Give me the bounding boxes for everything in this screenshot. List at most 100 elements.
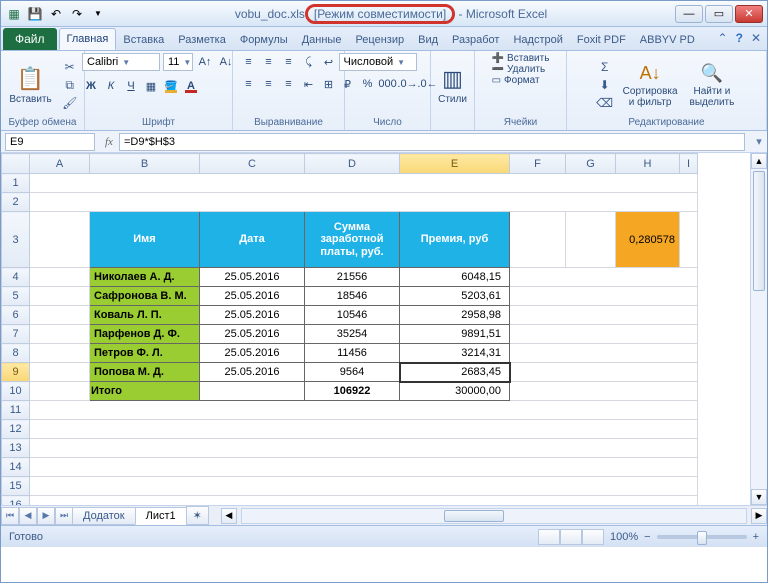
row-header[interactable]: 6	[2, 306, 30, 325]
zoom-slider[interactable]	[657, 535, 747, 539]
formula-input[interactable]: =D9*$H$3	[119, 133, 745, 151]
redo-icon[interactable]: ↷	[68, 5, 86, 23]
tab-foxit[interactable]: Foxit PDF	[570, 30, 633, 50]
cell-date[interactable]: 25.05.2016	[200, 363, 305, 382]
cell[interactable]	[30, 306, 90, 325]
sheet-nav-first[interactable]: ⏮	[1, 507, 19, 525]
cell-bonus[interactable]: 6048,15	[400, 268, 510, 287]
align-top-button[interactable]: ≡	[240, 53, 258, 71]
undo-icon[interactable]: ↶	[47, 5, 65, 23]
autosum-button[interactable]: Σ	[595, 58, 615, 76]
clear-button[interactable]: ⌫	[595, 94, 615, 112]
styles-button[interactable]: ▥ Стили	[434, 64, 471, 107]
cell-salary[interactable]: 18546	[305, 287, 400, 306]
tab-view[interactable]: Вид	[411, 30, 445, 50]
cell[interactable]	[200, 382, 305, 401]
view-pagebreak-button[interactable]	[582, 529, 604, 545]
row-header[interactable]: 10	[2, 382, 30, 401]
vertical-scrollbar[interactable]: ▲ ▼	[750, 153, 767, 505]
percent-button[interactable]: %	[359, 75, 377, 93]
cell-date[interactable]: 25.05.2016	[200, 287, 305, 306]
tab-data[interactable]: Данные	[295, 30, 349, 50]
comma-button[interactable]: 000	[379, 75, 397, 93]
zoom-in-button[interactable]: +	[753, 531, 759, 543]
scroll-down-button[interactable]: ▼	[751, 489, 767, 505]
cell[interactable]	[566, 212, 616, 268]
cell[interactable]	[30, 439, 698, 458]
number-format-combo[interactable]: Числовой▼	[339, 53, 417, 71]
row-header[interactable]: 13	[2, 439, 30, 458]
fill-button[interactable]: ⬇	[595, 76, 615, 94]
cell-name[interactable]: Коваль Л. П.	[90, 306, 200, 325]
save-icon[interactable]: 💾	[26, 5, 44, 23]
cell-salary[interactable]: 21556	[305, 268, 400, 287]
new-sheet-button[interactable]: ✶	[186, 506, 209, 525]
tab-home[interactable]: Главная	[59, 28, 117, 50]
cell-salary[interactable]: 11456	[305, 344, 400, 363]
font-size-combo[interactable]: 11▼	[163, 53, 193, 71]
cell[interactable]	[510, 306, 698, 325]
sheet-tab[interactable]: Додаток	[72, 507, 136, 525]
cell[interactable]	[680, 212, 698, 268]
grow-font-button[interactable]: A↑	[196, 53, 214, 71]
row-header[interactable]: 3	[2, 212, 30, 268]
col-header[interactable]: B	[90, 154, 200, 174]
format-cells-icon[interactable]: ▭	[492, 75, 501, 86]
delete-cells-icon[interactable]: ➖	[492, 64, 504, 75]
cell-bonus[interactable]: 9891,51	[400, 325, 510, 344]
select-all-button[interactable]	[2, 154, 30, 174]
row-header[interactable]: 14	[2, 458, 30, 477]
cell[interactable]	[30, 268, 90, 287]
format-painter-button[interactable]: 🖌	[60, 94, 80, 112]
cell[interactable]	[510, 325, 698, 344]
cell[interactable]	[30, 287, 90, 306]
close-button[interactable]: ✕	[735, 5, 763, 23]
tab-abbyy[interactable]: ABBYV PD	[633, 30, 702, 50]
border-button[interactable]: ▦	[142, 77, 160, 95]
cell-bonus[interactable]: 2958,98	[400, 306, 510, 325]
delete-cells-button[interactable]: Удалить	[507, 64, 545, 75]
view-normal-button[interactable]	[538, 529, 560, 545]
cell-bonus[interactable]: 3214,31	[400, 344, 510, 363]
table-header[interactable]: Имя	[90, 212, 200, 268]
cell-date[interactable]: 25.05.2016	[200, 268, 305, 287]
row-header[interactable]: 5	[2, 287, 30, 306]
worksheet-grid[interactable]: A B C D E F G H I 1 2 3 Имя Дата Сумма з…	[1, 153, 767, 525]
paste-button[interactable]: 📋 Вставить	[5, 64, 55, 107]
sort-filter-button[interactable]: A↓ Сортировка и фильтр	[619, 61, 682, 110]
cell[interactable]	[30, 477, 698, 496]
column-headers[interactable]: A B C D E F G H I	[2, 154, 698, 174]
find-select-button[interactable]: 🔍 Найти и выделить	[686, 61, 739, 110]
cell-name[interactable]: Сафронова В. М.	[90, 287, 200, 306]
cell-salary[interactable]: 10546	[305, 306, 400, 325]
cell[interactable]	[30, 193, 698, 212]
sheet-nav-next[interactable]: ▶	[37, 507, 55, 525]
col-header[interactable]: I	[680, 154, 698, 174]
italic-button[interactable]: К	[102, 77, 120, 95]
underline-button[interactable]: Ч	[122, 77, 140, 95]
insert-cells-button[interactable]: Вставить	[507, 53, 549, 64]
zoom-out-button[interactable]: −	[644, 531, 650, 543]
cell[interactable]	[30, 382, 90, 401]
align-bottom-button[interactable]: ≡	[280, 53, 298, 71]
cell[interactable]	[510, 212, 566, 268]
cell[interactable]	[30, 325, 90, 344]
scroll-up-button[interactable]: ▲	[751, 153, 767, 169]
cell[interactable]	[510, 287, 698, 306]
row-header[interactable]: 8	[2, 344, 30, 363]
scroll-left-button[interactable]: ◀	[221, 508, 237, 524]
ribbon-minimize-icon[interactable]: ⌃	[718, 31, 728, 45]
workbook-close-icon[interactable]: ✕	[751, 31, 761, 45]
cell[interactable]	[510, 363, 698, 382]
indent-dec-button[interactable]: ⇤	[300, 75, 318, 93]
name-box[interactable]: E9	[5, 133, 95, 151]
tab-formulas[interactable]: Формулы	[233, 30, 295, 50]
cell-total-bonus[interactable]: 30000,00	[400, 382, 510, 401]
col-header[interactable]: H	[616, 154, 680, 174]
cell-name[interactable]: Петров Ф. Л.	[90, 344, 200, 363]
font-name-combo[interactable]: Calibri▼	[82, 53, 160, 71]
row-header[interactable]: 4	[2, 268, 30, 287]
row-header[interactable]: 2	[2, 193, 30, 212]
row-header[interactable]: 1	[2, 174, 30, 193]
col-header[interactable]: D	[305, 154, 400, 174]
